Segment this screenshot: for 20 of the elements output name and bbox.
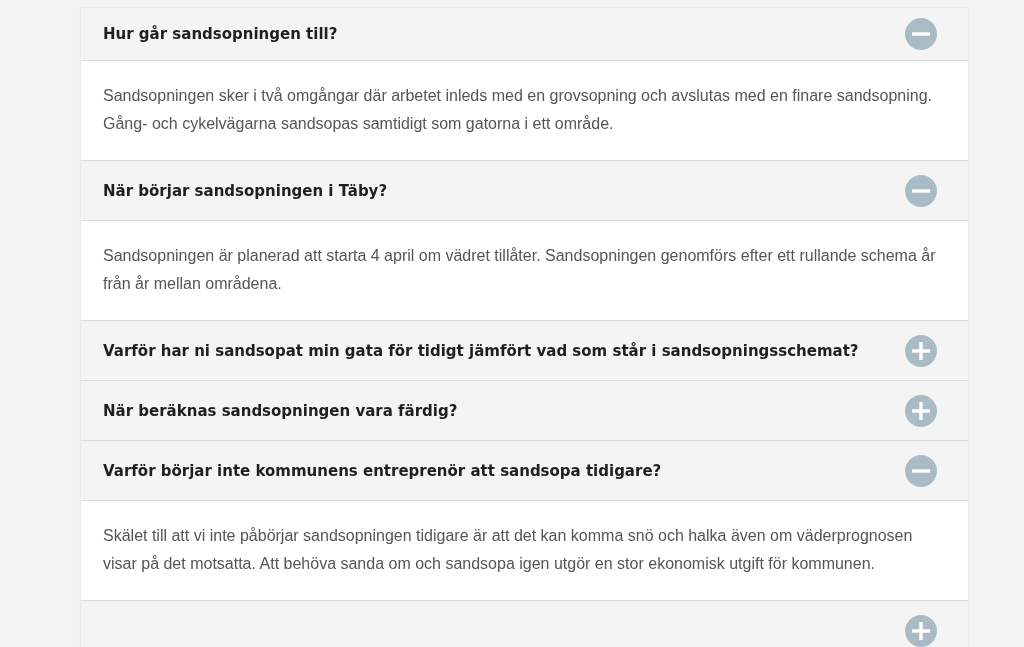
answer-text: Sandsopningen är planerad att starta 4 april om vädret tillåter. Sandsopningen genomförs efter ett rullande schema år från år mellan områdena. [103, 246, 937, 294]
question-title: Varför börjar inte kommunens entreprenör att sandsopa tidigare? [103, 461, 662, 480]
accordion-header[interactable]: Varför börjar inte kommunens entreprenör att sandsopa tidigare? [81, 441, 968, 501]
question-title: När börjar sandsopningen i Täby? [103, 181, 388, 200]
minus-circle-icon[interactable] [905, 454, 937, 487]
minus-circle-icon[interactable] [905, 18, 937, 50]
question-title: När beräknas sandsopningen vara färdig? [103, 401, 458, 420]
plus-circle-icon[interactable] [905, 394, 937, 427]
question-title: Hur går sandsopningen till? [103, 25, 338, 43]
accordion-header[interactable]: När beräknas sandsopningen vara färdig? [81, 381, 968, 441]
minus-circle-icon[interactable] [905, 174, 937, 207]
accordion-header[interactable]: När börjar sandsopningen i Täby? [81, 161, 968, 221]
answer-text: Skälet till att vi inte påbörjar sandsopningen tidigare är att det kan komma snö och halka även om väderprognosen visar på det motsatta. Att behöva sanda om och sandsopa igen utgör en stor ekonomisk utgift för kommunen. [103, 526, 914, 574]
answer-text: Sandsopningen sker i två omgångar där arbetet inleds med en grovsopning och avslutas med en finare sandsopning. Gång- och cykelvägarna sandsopas samtidigt som gatorna i ett område. [103, 86, 933, 134]
accordion-header[interactable] [81, 601, 968, 647]
question-title: Varför har ni sandsopat min gata för tidigt jämfört vad som står i sandsopningsschemat? [103, 341, 859, 360]
plus-circle-icon[interactable] [905, 614, 937, 647]
accordion-header[interactable]: Hur går sandsopningen till? [81, 8, 968, 61]
accordion-header[interactable]: Varför har ni sandsopat min gata för tidigt jämfört vad som står i sandsopningsschemat? [81, 321, 968, 381]
plus-circle-icon[interactable] [905, 334, 937, 367]
